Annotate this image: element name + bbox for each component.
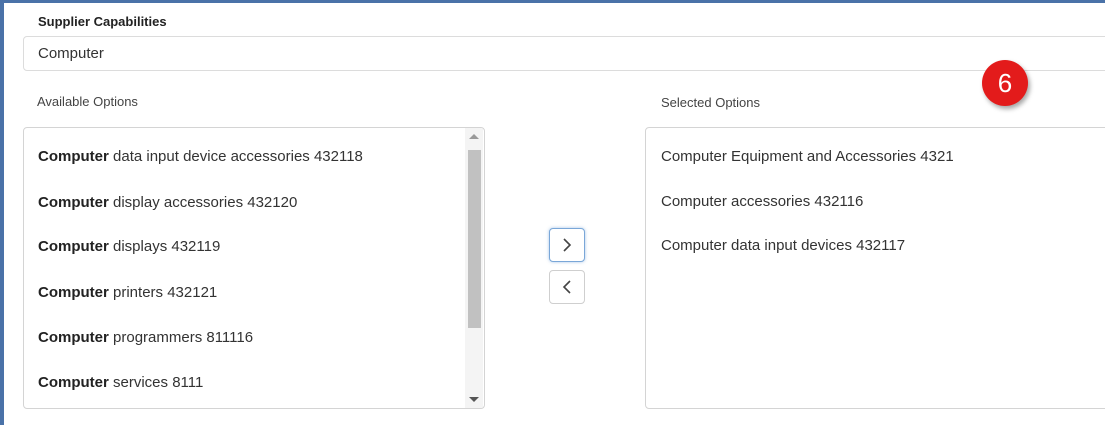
available-option[interactable]: Computer display accessories 432120 xyxy=(38,194,297,211)
remove-option-button[interactable] xyxy=(549,270,585,304)
add-option-button[interactable] xyxy=(549,228,585,262)
available-options-list[interactable]: Computer data input device accessories 4… xyxy=(23,127,485,409)
scroll-up-arrow-icon[interactable] xyxy=(469,134,479,139)
scrollbar-thumb[interactable] xyxy=(468,150,481,328)
available-option[interactable]: Computer programmers 811116 xyxy=(38,329,253,346)
chevron-right-icon xyxy=(563,238,572,252)
chevron-left-icon xyxy=(562,280,571,294)
selected-options-list[interactable]: Computer Equipment and Accessories 4321 … xyxy=(645,127,1105,409)
selected-option[interactable]: Computer accessories 432116 xyxy=(661,193,863,210)
available-options-label: Available Options xyxy=(37,94,138,109)
available-option[interactable]: Computer displays 432119 xyxy=(38,238,220,255)
selected-option[interactable]: Computer Equipment and Accessories 4321 xyxy=(661,148,954,165)
available-option[interactable]: Computer printers 432121 xyxy=(38,284,217,301)
available-option[interactable]: Computer services 8111 xyxy=(38,374,203,391)
list-scrollbar[interactable] xyxy=(465,128,483,408)
available-option[interactable]: Computer data input device accessories 4… xyxy=(38,148,363,165)
annotation-badge: 6 xyxy=(982,60,1028,106)
section-title: Supplier Capabilities xyxy=(38,14,167,29)
scroll-down-arrow-icon[interactable] xyxy=(469,397,479,402)
search-input[interactable] xyxy=(23,36,1105,71)
selected-options-label: Selected Options xyxy=(661,95,761,110)
selected-option[interactable]: Computer data input devices 432117 xyxy=(661,237,905,254)
